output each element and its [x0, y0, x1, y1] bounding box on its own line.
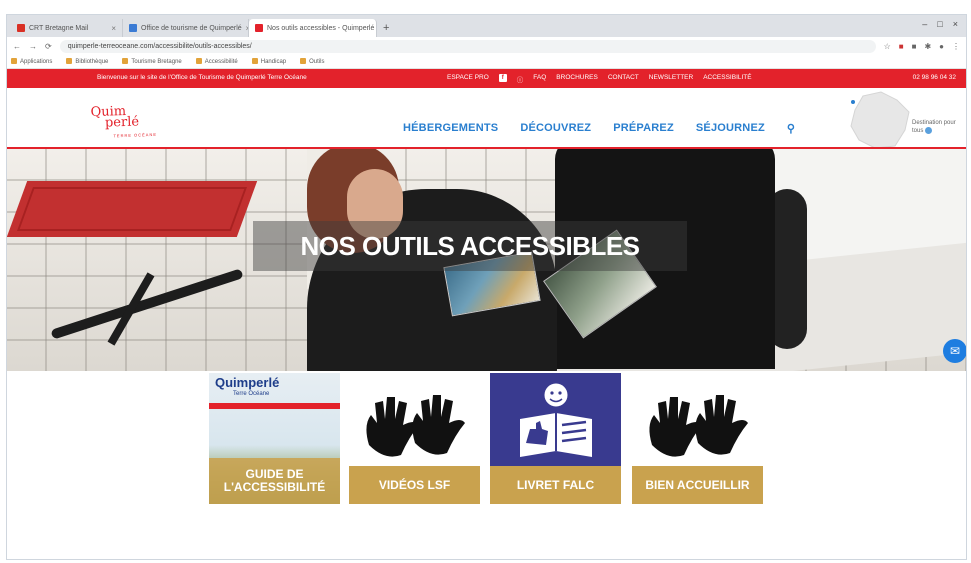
url-input[interactable]: quimperle-terreoceane.com/accessibilite/…: [59, 39, 876, 53]
top-links: ESPACE PRO f ⓘ FAQ BROCHURES CONTACT NEW…: [447, 74, 752, 84]
easy-read-icon: [520, 382, 592, 457]
window-controls: – □ ×: [922, 19, 958, 29]
logo-line-2: perlé: [104, 114, 140, 131]
reload-icon[interactable]: ⟳: [45, 42, 52, 51]
site-top-bar: Bienvenue sur le site de l'Office de Tou…: [7, 69, 966, 88]
nav-hebergements[interactable]: HÉBERGEMENTS: [403, 122, 498, 135]
address-bar-row: ← → ⟳ quimperle-terreoceane.com/accessib…: [7, 37, 966, 55]
nav-preparez[interactable]: PRÉPAREZ: [613, 122, 674, 135]
bookmarks-bar: Applications Bibliothèque Tourisme Breta…: [7, 55, 966, 69]
logo-tagline: TERRE OCÉANE: [113, 131, 158, 139]
tools-grid: Quimperlé Terre Océane GUIDE DE L'ACCESS…: [7, 371, 966, 559]
tab-title: Nos outils accessibles - Quimperlé: [267, 24, 375, 32]
info-icon[interactable]: ⓘ: [517, 74, 524, 84]
guide-cover-title: Quimperlé: [215, 375, 280, 390]
site-logo[interactable]: Quim perlé TERRE OCÉANE: [90, 104, 158, 142]
top-link-brochures[interactable]: BROCHURES: [556, 74, 598, 84]
top-link-newsletter[interactable]: NEWSLETTER: [649, 74, 693, 84]
top-link-faq[interactable]: FAQ: [533, 74, 546, 84]
badge-dot-icon: [925, 127, 933, 134]
search-icon[interactable]: ⚲: [787, 122, 795, 135]
welcome-text: Bienvenue sur le site de l'Office de Tou…: [97, 74, 307, 81]
partner-label: Destination pour tous: [912, 120, 956, 135]
bookmark-item[interactable]: Outils: [300, 58, 324, 65]
bookmark-item[interactable]: Handicap: [252, 58, 286, 65]
card-label: VIDÉOS LSF: [349, 466, 480, 504]
guide-cover-subtitle: Terre Océane: [233, 391, 270, 397]
browser-tab[interactable]: CRT Bretagne Mail ×: [11, 19, 123, 37]
france-map-icon[interactable]: [845, 90, 915, 152]
close-window-button[interactable]: ×: [953, 19, 958, 29]
partner-badge[interactable]: Destination pour tous: [912, 120, 966, 135]
sign-language-icon: [366, 395, 465, 457]
browser-tab-active[interactable]: Nos outils accessibles - Quimperlé ×: [249, 19, 377, 37]
bookmark-item[interactable]: Applications: [11, 58, 52, 65]
card-videos-lsf[interactable]: VIDÉOS LSF: [349, 373, 480, 504]
top-link-accessibility[interactable]: ACCESSIBILITÉ: [703, 74, 751, 84]
profile-icon[interactable]: ●: [939, 42, 944, 51]
bookmark-item[interactable]: Bibliothèque: [66, 58, 108, 65]
maximize-button[interactable]: □: [937, 19, 942, 29]
tab-title: Office de tourisme de Quimperlé: [141, 24, 242, 32]
bookmark-item[interactable]: Tourisme Bretagne: [122, 58, 181, 65]
nav-sejournez[interactable]: SÉJOURNEZ: [696, 122, 765, 135]
site-icon: [129, 24, 137, 32]
tab-title: CRT Bretagne Mail: [29, 24, 89, 32]
menu-icon[interactable]: ⋮: [952, 42, 960, 51]
screenshot-frame: CRT Bretagne Mail × Office de tourisme d…: [6, 14, 967, 560]
site-icon: [255, 24, 263, 32]
hero-mat-border: [16, 187, 248, 231]
hero-banner: NOS OUTILS ACCESSIBLES ✉: [7, 149, 966, 371]
browser-tab[interactable]: Office de tourisme de Quimperlé ×: [123, 19, 249, 37]
extension-icon[interactable]: ■: [899, 42, 904, 51]
card-label: GUIDE DE L'ACCESSIBILITÉ: [209, 458, 340, 504]
guide-cover-band: [209, 403, 340, 409]
star-icon[interactable]: ☆: [884, 42, 891, 51]
close-icon[interactable]: ×: [111, 24, 116, 33]
gmail-icon: [17, 24, 25, 32]
card-label: BIEN ACCUEILLIR: [632, 466, 763, 504]
puzzle-icon[interactable]: ✱: [924, 42, 931, 51]
site-header: Quim perlé TERRE OCÉANE HÉBERGEMENTS DÉC…: [7, 88, 966, 149]
main-nav: HÉBERGEMENTS DÉCOUVREZ PRÉPAREZ SÉJOURNE…: [403, 122, 795, 135]
forward-icon[interactable]: →: [29, 42, 37, 51]
card-label: LIVRET FALC: [490, 466, 621, 504]
sign-language-icon: [649, 395, 748, 457]
top-link-contact[interactable]: CONTACT: [608, 74, 639, 84]
facebook-icon[interactable]: f: [498, 74, 507, 82]
bookmark-item[interactable]: Accessibilité: [196, 58, 238, 65]
back-icon[interactable]: ←: [13, 42, 21, 51]
extension-icons: ☆ ■ ■ ✱ ● ⋮: [884, 42, 960, 51]
extension-icon[interactable]: ■: [912, 42, 917, 51]
messenger-icon[interactable]: ✉: [943, 339, 966, 363]
hero-title: NOS OUTILS ACCESSIBLES: [253, 221, 687, 271]
card-livret-falc[interactable]: LIVRET FALC: [490, 373, 621, 504]
phone-number[interactable]: 02 98 96 04 32: [913, 74, 956, 81]
top-link-pro[interactable]: ESPACE PRO: [447, 74, 489, 84]
card-bien-accueillir[interactable]: BIEN ACCUEILLIR: [632, 373, 763, 504]
browser-tab-bar: CRT Bretagne Mail × Office de tourisme d…: [7, 15, 966, 37]
nav-decouvrez[interactable]: DÉCOUVREZ: [520, 122, 591, 135]
card-guide-accessibilite[interactable]: Quimperlé Terre Océane GUIDE DE L'ACCESS…: [209, 373, 340, 504]
new-tab-button[interactable]: +: [377, 19, 395, 37]
minimize-button[interactable]: –: [922, 19, 927, 29]
